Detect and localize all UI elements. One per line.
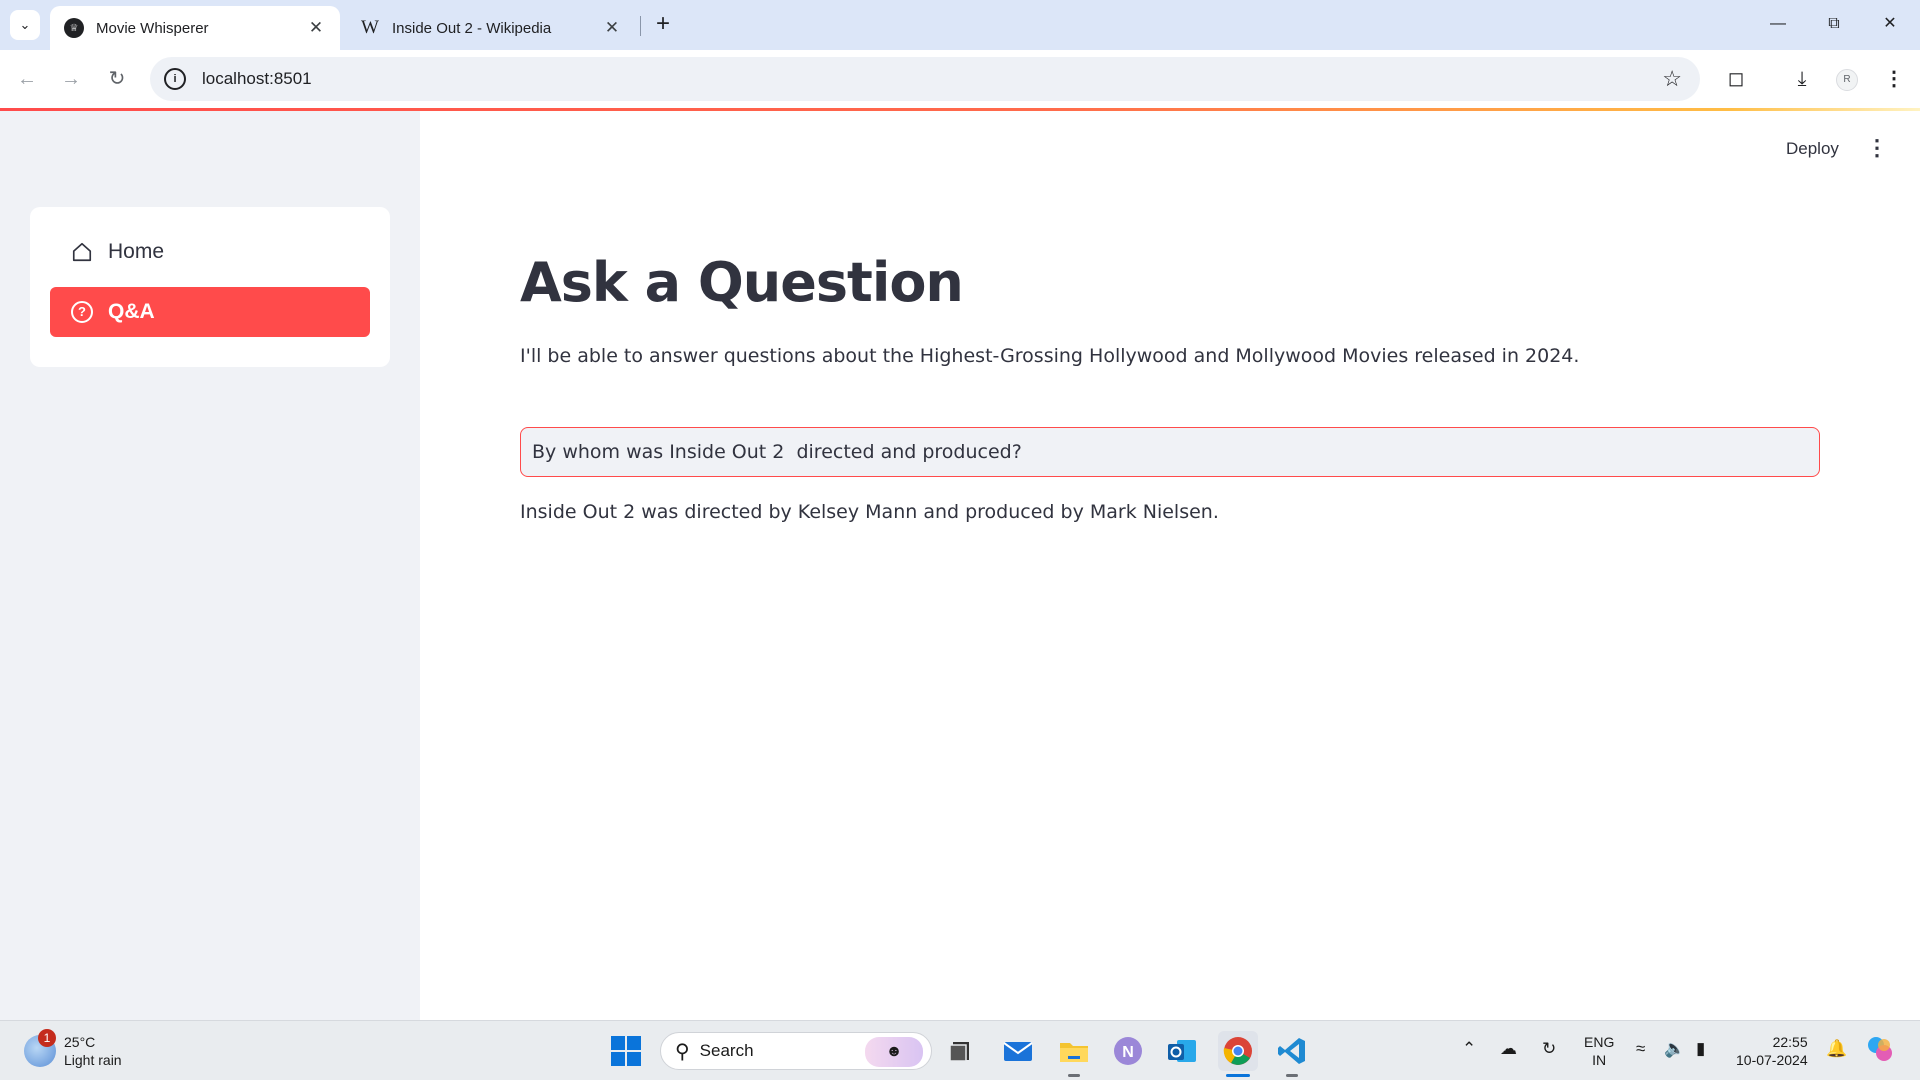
wifi-icon[interactable]: ≈ xyxy=(1636,1039,1645,1059)
notification-bell-icon[interactable]: 🔔 xyxy=(1826,1039,1847,1059)
weather-widget[interactable]: 1 25°C Light rain xyxy=(24,1029,122,1073)
weather-condition: Light rain xyxy=(64,1052,122,1068)
close-icon[interactable]: ✕ xyxy=(602,18,622,38)
sidebar-item-label: Home xyxy=(108,240,165,263)
wikipedia-w-icon: W xyxy=(361,17,379,38)
main-content: Deploy ⋮ Ask a Question I'll be able to … xyxy=(420,111,1920,1020)
crown-icon: ♕ xyxy=(64,18,84,38)
taskbar-search[interactable]: ⚲ Search ☻ xyxy=(660,1032,932,1070)
question-circle-icon: ? xyxy=(70,300,94,324)
house-icon xyxy=(70,240,94,264)
tab-title: Inside Out 2 - Wikipedia xyxy=(392,19,552,37)
tab-title: Movie Whisperer xyxy=(96,19,209,37)
new-tab-button[interactable]: + xyxy=(650,12,676,38)
question-input[interactable] xyxy=(520,427,1820,477)
clock-time: 22:55 xyxy=(1772,1034,1808,1050)
browser-toolbar: ← → ↻ i localhost:8501 ☆ ◻ ⤓ R ⋮ xyxy=(0,50,1920,108)
bookmark-star-icon[interactable]: ☆ xyxy=(1662,66,1682,92)
weather-rain-icon: 1 xyxy=(24,1029,56,1067)
tab-movie-whisperer[interactable]: ♕ Movie Whisperer ✕ xyxy=(50,6,340,50)
sidebar: Home ? Q&A xyxy=(0,111,420,1020)
onedrive-error-icon[interactable]: ☁ xyxy=(1500,1039,1517,1059)
close-icon[interactable]: ✕ xyxy=(306,18,326,38)
extensions-icon[interactable]: ◻ xyxy=(1720,64,1752,96)
site-info-icon[interactable]: i xyxy=(164,68,186,90)
sidebar-item-home[interactable]: Home xyxy=(50,227,370,277)
taskbar: 1 25°C Light rain ⚲ Search ☻ N ⌃ ☁ ↻ ENG… xyxy=(0,1020,1920,1080)
window-close-button[interactable]: ✕ xyxy=(1870,8,1910,40)
notification-badge: 1 xyxy=(38,1029,56,1047)
clock-date: 10-07-2024 xyxy=(1736,1052,1808,1068)
outlook-icon[interactable] xyxy=(1162,1031,1202,1071)
volume-icon[interactable]: 🔈 xyxy=(1664,1039,1685,1059)
vscode-icon[interactable] xyxy=(1272,1031,1312,1077)
svg-text:N: N xyxy=(1122,1044,1134,1061)
copilot-icon[interactable] xyxy=(1866,1035,1894,1068)
forward-button[interactable]: → xyxy=(56,64,86,94)
file-explorer-icon[interactable] xyxy=(1054,1031,1094,1077)
tab-wikipedia[interactable]: W Inside Out 2 - Wikipedia ✕ xyxy=(346,6,636,50)
chrome-icon[interactable] xyxy=(1218,1031,1258,1077)
back-button[interactable]: ← xyxy=(12,64,42,94)
reload-button[interactable]: ↻ xyxy=(102,64,132,94)
page-title: Ask a Question xyxy=(520,251,964,314)
intro-text: I'll be able to answer questions about t… xyxy=(520,345,1580,367)
url-text[interactable]: localhost:8501 xyxy=(202,69,312,89)
sidebar-nav-menu: Home ? Q&A xyxy=(30,207,390,367)
sidebar-item-qa[interactable]: ? Q&A xyxy=(50,287,370,337)
onenote-icon[interactable]: N xyxy=(1108,1031,1148,1071)
tab-search-button[interactable]: ⌄ xyxy=(10,10,40,40)
chevron-up-icon[interactable]: ⌃ xyxy=(1462,1039,1476,1059)
search-highlight-icon: ☻ xyxy=(865,1037,923,1067)
profile-avatar[interactable]: R xyxy=(1836,69,1858,91)
mail-icon[interactable] xyxy=(998,1031,1038,1071)
search-placeholder: Search xyxy=(699,1041,754,1060)
sidebar-item-label: Q&A xyxy=(108,300,155,323)
download-icon[interactable]: ⤓ xyxy=(1786,64,1818,96)
tab-separator xyxy=(640,16,641,36)
minimize-button[interactable]: — xyxy=(1758,8,1798,40)
windows-logo-icon xyxy=(611,1036,641,1066)
deploy-button[interactable]: Deploy xyxy=(1786,139,1839,159)
address-bar[interactable]: i localhost:8501 ☆ xyxy=(150,57,1700,101)
clock[interactable]: 22:55 10-07-2024 xyxy=(1736,1033,1808,1069)
browser-menu-icon[interactable]: ⋮ xyxy=(1878,64,1910,96)
app-menu-icon[interactable]: ⋮ xyxy=(1866,135,1888,161)
task-view-icon[interactable] xyxy=(940,1031,980,1071)
sync-icon[interactable]: ↻ xyxy=(1542,1039,1556,1059)
restore-button[interactable]: ⧉ xyxy=(1814,8,1854,40)
browser-tab-strip: ⌄ ♕ Movie Whisperer ✕ W Inside Out 2 - W… xyxy=(0,0,1920,50)
start-button[interactable] xyxy=(606,1031,646,1071)
chevron-down-icon: ⌄ xyxy=(19,17,31,32)
weather-temp: 25°C xyxy=(64,1034,96,1050)
battery-icon[interactable]: ▮ xyxy=(1696,1039,1705,1059)
language-indicator[interactable]: ENG IN xyxy=(1584,1033,1614,1069)
answer-text: Inside Out 2 was directed by Kelsey Mann… xyxy=(520,501,1219,523)
search-icon: ⚲ xyxy=(675,1040,690,1063)
